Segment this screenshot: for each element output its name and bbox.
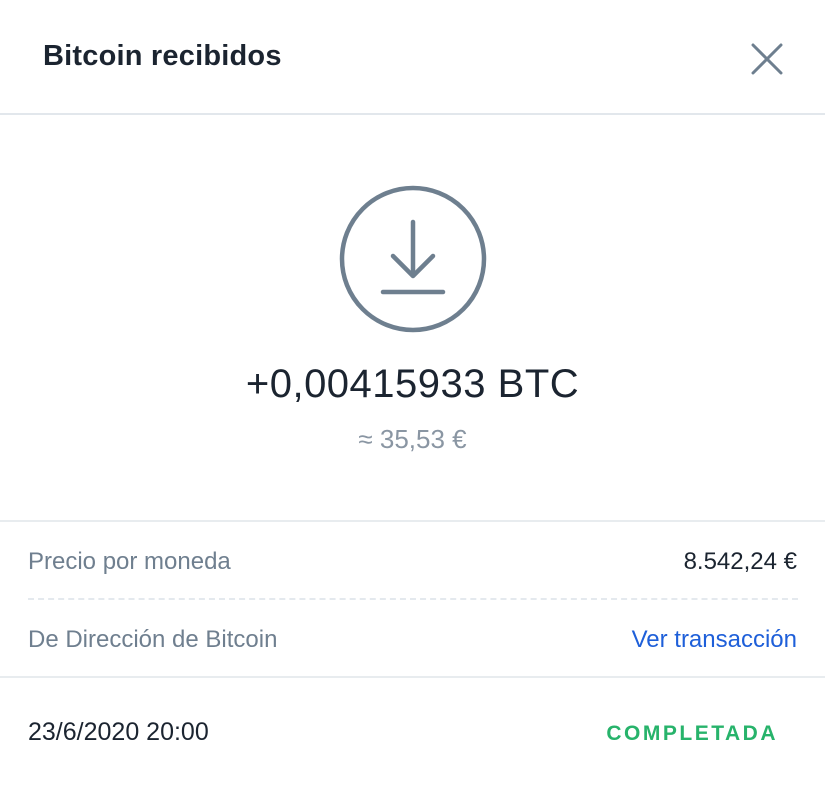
price-label: Precio por moneda [28,548,231,575]
modal-title: Bitcoin recibidos [43,40,282,72]
fiat-amount: ≈ 35,53 € [358,424,467,454]
row-separator [28,598,798,600]
crypto-amount: +0,00415933 BTC [245,362,580,406]
footer-divider [0,676,825,678]
close-button[interactable] [745,38,789,82]
modal-header: Bitcoin recibidos [0,0,825,115]
section-divider [0,520,825,522]
from-address-label: De Dirección de Bitcoin [28,626,278,653]
download-arrow-icon [339,185,487,333]
close-icon [751,43,783,75]
status-badge: COMPLETADA [606,722,778,745]
transaction-datetime: 23/6/2020 20:00 [28,718,209,746]
view-transaction-link[interactable]: Ver transacción [632,626,797,654]
transaction-modal: Bitcoin recibidos +0,00415933 BTC ≈ 35,5… [0,0,825,786]
price-value: 8.542,24 € [683,548,797,575]
